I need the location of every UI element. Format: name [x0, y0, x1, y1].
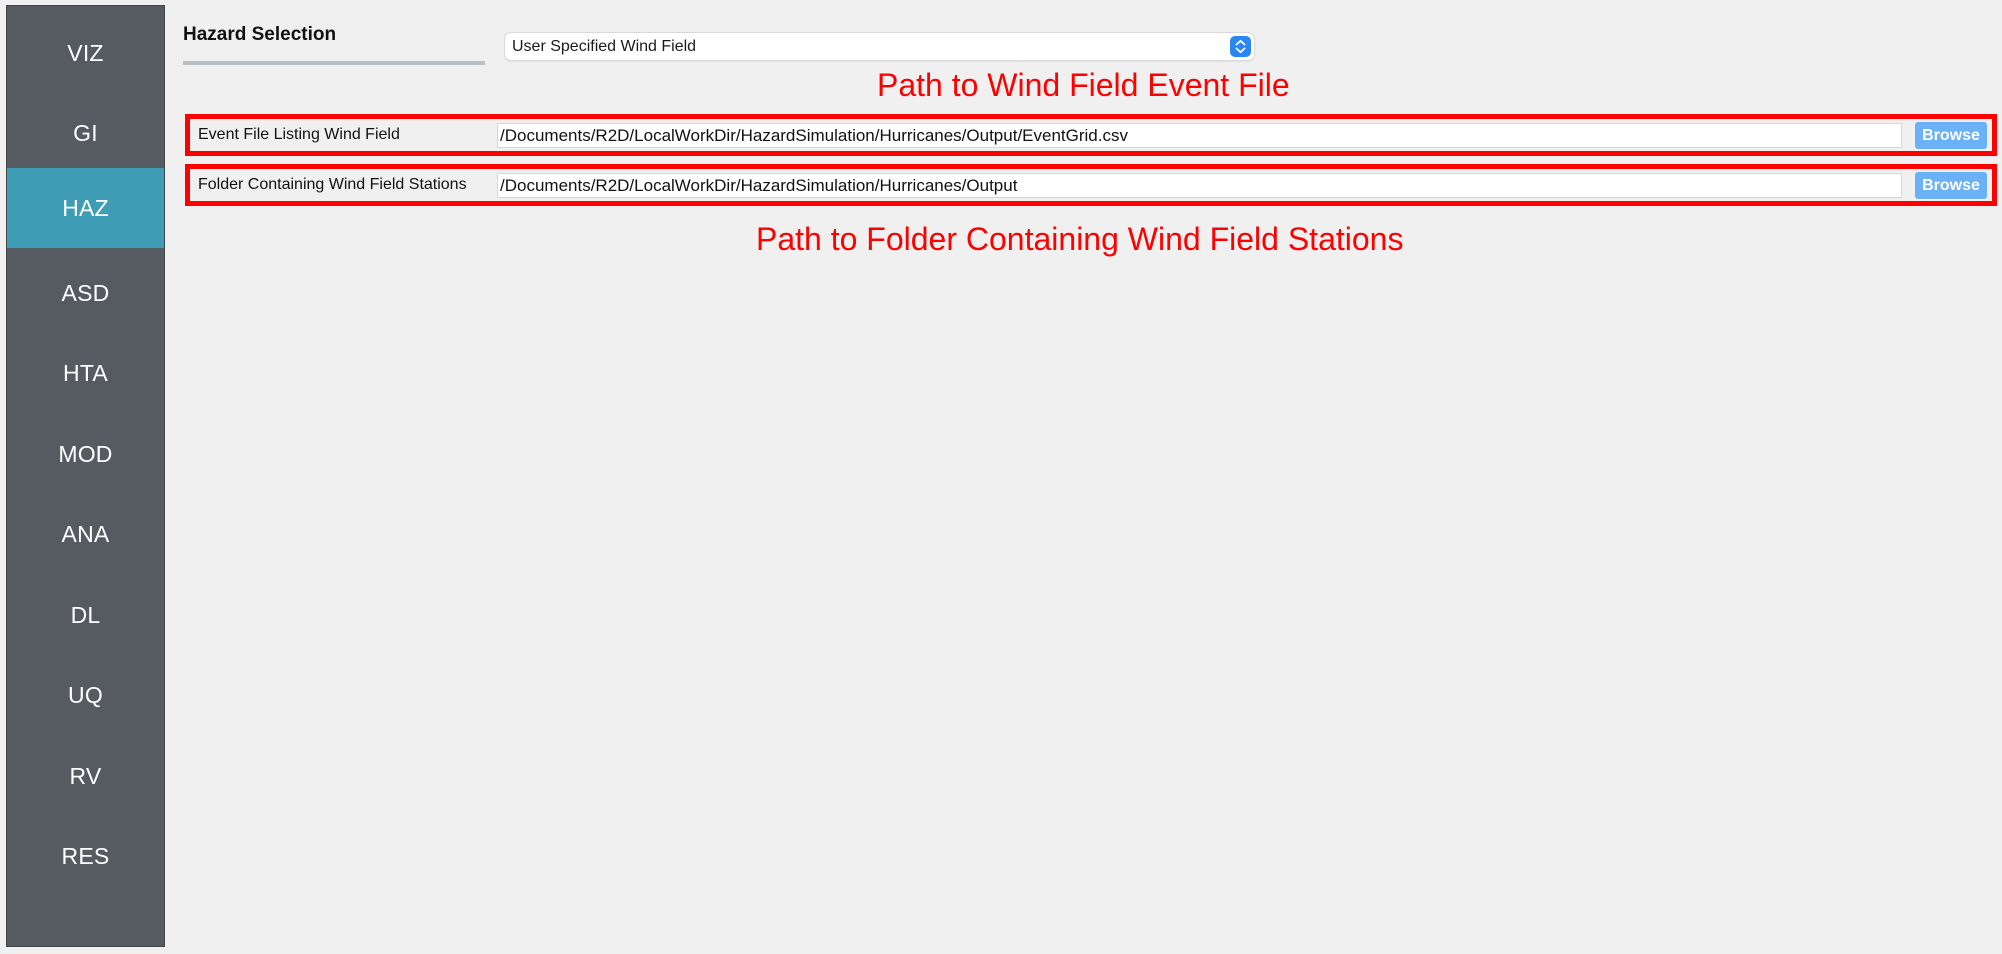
hazard-type-selected-value: User Specified Wind Field: [512, 38, 697, 55]
hazard-selection-label: Hazard Selection: [183, 24, 337, 45]
hazard-type-select[interactable]: User Specified Wind Field: [505, 33, 1254, 60]
event-file-browse-button[interactable]: Browse: [1915, 122, 1987, 149]
stations-folder-label: Folder Containing Wind Field Stations: [198, 176, 467, 193]
annotation-event-file: Path to Wind Field Event File: [877, 67, 1290, 103]
up-down-chevron-icon: [1230, 36, 1251, 57]
sidebar-item-mod[interactable]: MOD: [7, 414, 164, 494]
sidebar-item-viz[interactable]: VIZ: [7, 13, 164, 93]
annotation-stations-folder: Path to Folder Containing Wind Field Sta…: [756, 221, 1404, 257]
stations-folder-browse-button[interactable]: Browse: [1915, 172, 1987, 199]
sidebar-item-gi[interactable]: GI: [7, 93, 164, 173]
sidebar-item-haz[interactable]: HAZ: [7, 168, 164, 248]
event-file-label: Event File Listing Wind Field: [198, 126, 400, 143]
event-file-row: Event File Listing Wind Field Browse: [190, 119, 1992, 151]
sidebar-nav: VIZ GI HAZ ASD HTA MOD ANA DL UQ RV RES: [6, 5, 165, 947]
event-file-path-input[interactable]: [497, 123, 1902, 148]
sidebar-item-ana[interactable]: ANA: [7, 494, 164, 574]
sidebar-item-uq[interactable]: UQ: [7, 655, 164, 735]
sidebar-item-hta[interactable]: HTA: [7, 333, 164, 413]
stations-folder-row: Folder Containing Wind Field Stations Br…: [190, 169, 1992, 201]
sidebar-item-res[interactable]: RES: [7, 816, 164, 896]
stations-folder-path-input[interactable]: [497, 173, 1902, 198]
sidebar-item-dl[interactable]: DL: [7, 575, 164, 655]
hazard-selection-underline: [183, 61, 485, 65]
sidebar-item-rv[interactable]: RV: [7, 736, 164, 816]
sidebar-item-asd[interactable]: ASD: [7, 253, 164, 333]
